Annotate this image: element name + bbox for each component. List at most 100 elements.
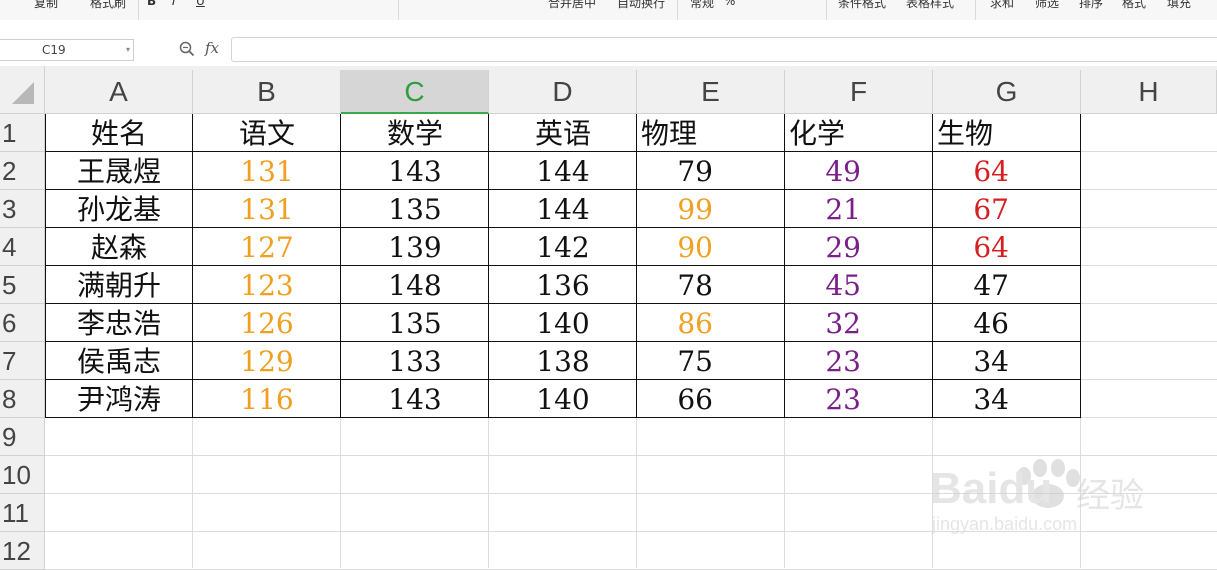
row-header-2[interactable]: 2 — [0, 152, 45, 190]
column-header-f[interactable]: F — [785, 70, 933, 114]
score-cell[interactable]: 47 — [933, 266, 1081, 304]
column-header-b[interactable]: B — [193, 70, 341, 114]
score-cell[interactable]: 23 — [785, 380, 933, 418]
header-cell[interactable]: 生物 — [933, 114, 1081, 152]
select-all-corner[interactable] — [0, 66, 45, 114]
zoom-icon[interactable] — [179, 40, 195, 58]
score-cell[interactable]: 135 — [341, 190, 489, 228]
column-header-h[interactable]: H — [1081, 70, 1217, 114]
formula-input[interactable] — [231, 37, 1217, 62]
score-cell[interactable]: 34 — [933, 342, 1081, 380]
wrap-text-button[interactable]: 自动换行 — [617, 0, 665, 11]
watermark-brand-cn: 经验 — [1076, 476, 1144, 516]
sum-button[interactable]: 求和 — [990, 0, 1014, 11]
score-cell[interactable]: 116 — [193, 380, 341, 418]
row-header-10[interactable]: 10 — [0, 456, 45, 494]
score-cell[interactable]: 140 — [489, 304, 637, 342]
name-cell[interactable]: 王晟煜 — [45, 152, 193, 190]
copy-button[interactable]: 复制 — [34, 0, 58, 11]
score-cell[interactable]: 64 — [933, 152, 1081, 190]
header-cell[interactable]: 化学 — [785, 114, 933, 152]
underline-button[interactable]: U — [196, 0, 205, 8]
score-cell[interactable]: 127 — [193, 228, 341, 266]
filter-button[interactable]: 筛选 — [1035, 0, 1059, 11]
format-painter-button[interactable]: 格式刷 — [90, 0, 126, 11]
header-cell[interactable]: 物理 — [637, 114, 785, 152]
table-style-button[interactable]: 表格样式 — [906, 0, 954, 11]
score-cell[interactable]: 129 — [193, 342, 341, 380]
bold-button[interactable]: B — [147, 0, 156, 8]
column-header-a[interactable]: A — [45, 70, 193, 114]
score-cell[interactable]: 34 — [933, 380, 1081, 418]
score-cell[interactable]: 139 — [341, 228, 489, 266]
score-cell[interactable]: 136 — [489, 266, 637, 304]
score-cell[interactable]: 148 — [341, 266, 489, 304]
ribbon-toolbar: 复制 格式刷 B I U 合并居中 自动换行 常规 % 条件格式 表格样式 求和… — [0, 0, 1217, 21]
header-cell[interactable]: 姓名 — [45, 114, 193, 152]
score-cell[interactable]: 21 — [785, 190, 933, 228]
row-header-6[interactable]: 6 — [0, 304, 45, 342]
score-cell[interactable]: 49 — [785, 152, 933, 190]
name-cell[interactable]: 侯禹志 — [45, 342, 193, 380]
column-header-g[interactable]: G — [933, 70, 1081, 114]
score-cell[interactable]: 142 — [489, 228, 637, 266]
score-cell[interactable]: 66 — [637, 380, 785, 418]
score-cell[interactable]: 131 — [193, 152, 341, 190]
score-cell[interactable]: 138 — [489, 342, 637, 380]
header-cell[interactable]: 数学 — [341, 114, 489, 152]
column-header-d[interactable]: D — [489, 70, 637, 114]
score-cell[interactable]: 90 — [637, 228, 785, 266]
column-header-c[interactable]: C — [341, 70, 489, 114]
score-cell[interactable]: 64 — [933, 228, 1081, 266]
row-header-3[interactable]: 3 — [0, 190, 45, 228]
number-format-select[interactable]: 常规 — [690, 0, 714, 11]
score-cell[interactable]: 133 — [341, 342, 489, 380]
italic-button[interactable]: I — [172, 0, 176, 8]
score-cell[interactable]: 23 — [785, 342, 933, 380]
row-header-4[interactable]: 4 — [0, 228, 45, 266]
score-cell[interactable]: 126 — [193, 304, 341, 342]
name-cell[interactable]: 孙龙基 — [45, 190, 193, 228]
score-cell[interactable]: 135 — [341, 304, 489, 342]
percent-button[interactable]: % — [724, 0, 735, 8]
score-cell[interactable]: 123 — [193, 266, 341, 304]
name-cell[interactable]: 满朝升 — [45, 266, 193, 304]
score-cell[interactable]: 131 — [193, 190, 341, 228]
header-cell[interactable]: 语文 — [193, 114, 341, 152]
row-header-5[interactable]: 5 — [0, 266, 45, 304]
row-header-8[interactable]: 8 — [0, 380, 45, 418]
name-box[interactable]: C19 ▾ — [0, 39, 134, 61]
score-cell[interactable]: 32 — [785, 304, 933, 342]
score-cell[interactable]: 78 — [637, 266, 785, 304]
row-header-11[interactable]: 11 — [0, 494, 45, 532]
score-cell[interactable]: 99 — [637, 190, 785, 228]
score-cell[interactable]: 140 — [489, 380, 637, 418]
score-cell[interactable]: 45 — [785, 266, 933, 304]
name-cell[interactable]: 赵森 — [45, 228, 193, 266]
sort-button[interactable]: 排序 — [1079, 0, 1103, 11]
score-cell[interactable]: 144 — [489, 190, 637, 228]
score-cell[interactable]: 143 — [341, 152, 489, 190]
score-cell[interactable]: 144 — [489, 152, 637, 190]
score-cell[interactable]: 75 — [637, 342, 785, 380]
score-cell[interactable]: 79 — [637, 152, 785, 190]
header-cell[interactable]: 英语 — [489, 114, 637, 152]
row-header-1[interactable]: 1 — [0, 114, 45, 152]
name-cell[interactable]: 尹鸿涛 — [45, 380, 193, 418]
score-cell[interactable]: 86 — [637, 304, 785, 342]
row-header-9[interactable]: 9 — [0, 418, 45, 456]
format-button[interactable]: 格式 — [1122, 0, 1146, 11]
merge-center-button[interactable]: 合并居中 — [548, 0, 596, 11]
chevron-down-icon[interactable]: ▾ — [126, 40, 130, 60]
score-cell[interactable]: 29 — [785, 228, 933, 266]
name-cell[interactable]: 李忠浩 — [45, 304, 193, 342]
row-header-7[interactable]: 7 — [0, 342, 45, 380]
score-cell[interactable]: 143 — [341, 380, 489, 418]
column-header-e[interactable]: E — [637, 70, 785, 114]
fill-button[interactable]: 填充 — [1167, 0, 1191, 11]
row-header-12[interactable]: 12 — [0, 532, 45, 570]
score-cell[interactable]: 67 — [933, 190, 1081, 228]
conditional-format-button[interactable]: 条件格式 — [838, 0, 886, 11]
score-cell[interactable]: 46 — [933, 304, 1081, 342]
function-icon[interactable]: fx — [205, 39, 219, 57]
